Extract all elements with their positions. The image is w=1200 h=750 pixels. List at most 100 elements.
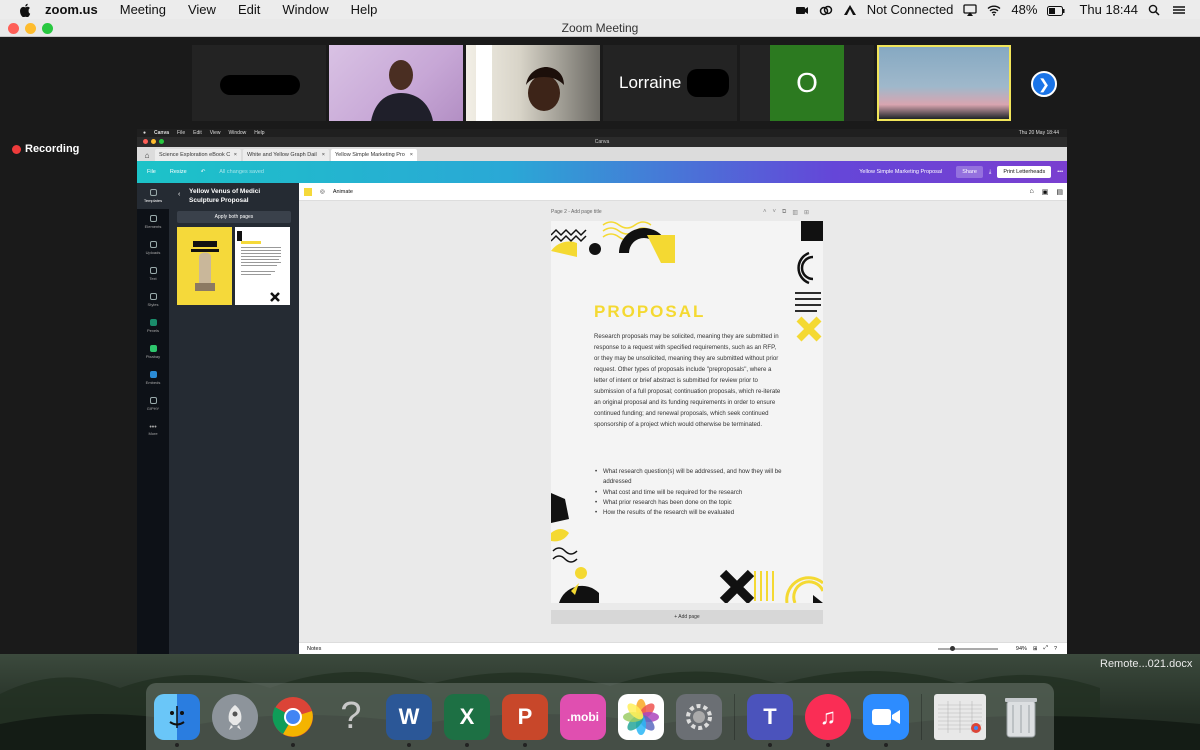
canva-side-rail: Templates Elements Uploads Text Styles P…: [137, 183, 169, 654]
elements-icon: [149, 215, 157, 222]
rail-label: Pexels: [146, 328, 159, 333]
menu-meeting[interactable]: Meeting: [120, 2, 166, 17]
template-thumbnail-cover: [177, 227, 232, 305]
save-status: All changes saved: [219, 169, 264, 175]
rail-embeds: Embeds: [137, 365, 169, 391]
participant-tile[interactable]: [192, 45, 326, 121]
zoom-titlebar[interactable]: Zoom Meeting: [0, 19, 1200, 37]
dock-music-icon[interactable]: ♫: [805, 693, 851, 747]
creative-cloud-icon[interactable]: [819, 4, 833, 16]
canvas-area: ◎ Animate ⌂ ▣ ▤ Page 2 - Add page title …: [299, 183, 1067, 654]
rail-label: Text: [149, 276, 157, 281]
shared-window-title: Canva: [594, 139, 610, 145]
dock-finder-icon[interactable]: [154, 693, 200, 747]
zoom-slider: [937, 645, 998, 651]
pixabay-icon: [149, 345, 157, 352]
menubar-clock[interactable]: Thu 18:44: [1079, 2, 1138, 17]
share-button: Share: [956, 166, 983, 178]
app-name[interactable]: zoom.us: [45, 2, 98, 17]
menu-view[interactable]: View: [188, 2, 216, 17]
control-center-icon[interactable]: [1172, 4, 1186, 16]
adobe-icon[interactable]: [843, 4, 857, 16]
minimize-window-button[interactable]: [25, 23, 36, 34]
dock-powerpoint-icon[interactable]: P: [502, 693, 548, 747]
zoom-control: 94% ⊞ ⤢ ?: [937, 645, 1067, 652]
shared-mac-menubar: ● Canva File Edit View Window Help Thu 2…: [137, 129, 1067, 137]
battery-icon[interactable]: [1047, 4, 1065, 16]
participant-tile[interactable]: [329, 45, 463, 121]
menu-window[interactable]: Window: [282, 2, 328, 17]
shared-screen[interactable]: ● Canva File Edit View Window Help Thu 2…: [137, 129, 1067, 654]
window-controls: [8, 23, 53, 34]
chrome-logo-icon: [272, 696, 313, 737]
participant-gallery: Lorraine O: [192, 45, 1011, 121]
recording-label: Recording: [25, 143, 80, 155]
zoom-level: 94%: [1015, 645, 1027, 652]
apple-icon[interactable]: [16, 1, 33, 18]
shared-apple-icon: ●: [143, 130, 147, 136]
wifi-icon[interactable]: [987, 4, 1001, 16]
more-options-icon: •••: [1057, 169, 1063, 175]
recording-indicator[interactable]: Recording: [12, 143, 79, 155]
battery-percent[interactable]: 48%: [1011, 2, 1037, 17]
dock-zoom-icon[interactable]: [863, 693, 909, 747]
dock-launchpad-icon[interactable]: [212, 693, 258, 740]
fullscreen-icon: ⤢: [1043, 645, 1048, 651]
close-window-button[interactable]: [8, 23, 19, 34]
dock-separator: [734, 693, 735, 740]
running-indicator: [884, 742, 888, 747]
close-icon: ×: [409, 152, 413, 158]
dock-system-preferences-icon[interactable]: [676, 693, 722, 740]
page-up-icon: ˄: [763, 209, 767, 215]
page-down-icon: ˅: [772, 209, 777, 215]
template-thumb-art: [237, 231, 281, 302]
rail-pexels: Pexels: [137, 313, 169, 339]
participant-tile[interactable]: Lorraine: [603, 45, 737, 121]
participant-tile-active[interactable]: [877, 45, 1011, 121]
rail-giphy: GIPHY: [137, 391, 169, 417]
menu-help[interactable]: Help: [351, 2, 378, 17]
dock-trash-icon[interactable]: [998, 694, 1044, 740]
tab-label: White and Yellow Graph Dail: [247, 152, 317, 158]
rail-templates: Templates: [137, 183, 169, 209]
fullscreen-window-button[interactable]: [42, 23, 53, 34]
desktop-file-label[interactable]: Remote...021.docx: [1100, 658, 1192, 670]
running-indicator: [826, 742, 830, 747]
shared-zoom-button: [159, 139, 164, 144]
canvas-toolbar: ◎ Animate ⌂ ▣ ▤: [299, 183, 1067, 201]
close-icon: ×: [321, 152, 325, 158]
rail-styles: Styles: [137, 287, 169, 313]
dock-spreadsheet-document-icon[interactable]: [934, 693, 986, 740]
rail-label: Elements: [144, 224, 162, 229]
dock-teams-icon[interactable]: T: [747, 693, 793, 747]
menu-edit[interactable]: Edit: [238, 2, 260, 17]
next-page-arrow-icon[interactable]: ❯: [1031, 71, 1057, 97]
list-item: What research question(s) will be addres…: [594, 467, 784, 488]
dock-unknown-app-icon[interactable]: ?: [328, 694, 374, 740]
templates-icon: [149, 189, 157, 196]
tab-yellow-marketing: Yellow Simple Marketing Pro ×: [331, 149, 417, 161]
search-icon[interactable]: [1148, 4, 1162, 16]
photos-flower-icon: [623, 698, 659, 735]
tab-science-exploration: Science Exploration eBook C ×: [155, 149, 241, 161]
rail-label: Uploads: [145, 250, 161, 255]
running-indicator: [465, 742, 469, 747]
participant-tile[interactable]: O: [740, 45, 874, 121]
shared-menu-item: View: [209, 130, 221, 136]
dock-word-icon[interactable]: W: [386, 693, 432, 747]
list-item: What cost and time will be required for …: [594, 488, 784, 499]
dock-chrome-icon[interactable]: [270, 694, 316, 747]
dock-excel-icon[interactable]: X: [444, 693, 490, 747]
airplay-icon[interactable]: [963, 3, 978, 16]
dock-mobi-icon[interactable]: .mobi: [560, 693, 606, 740]
color-swatch: [304, 187, 312, 196]
dock-photos-icon[interactable]: [618, 693, 664, 740]
notes-bar: Notes 94% ⊞ ⤢ ?: [299, 642, 1067, 654]
participant-tile[interactable]: [466, 45, 600, 121]
page-controls: ˄ ˅ ⧉ ▥ ⊞: [763, 209, 809, 216]
more-icon: •••: [149, 424, 157, 431]
lock-icon: ▣: [1041, 188, 1049, 196]
animate-icon: ◎: [320, 188, 325, 195]
camera-status-icon[interactable]: [795, 4, 809, 16]
connection-status[interactable]: Not Connected: [867, 2, 954, 17]
